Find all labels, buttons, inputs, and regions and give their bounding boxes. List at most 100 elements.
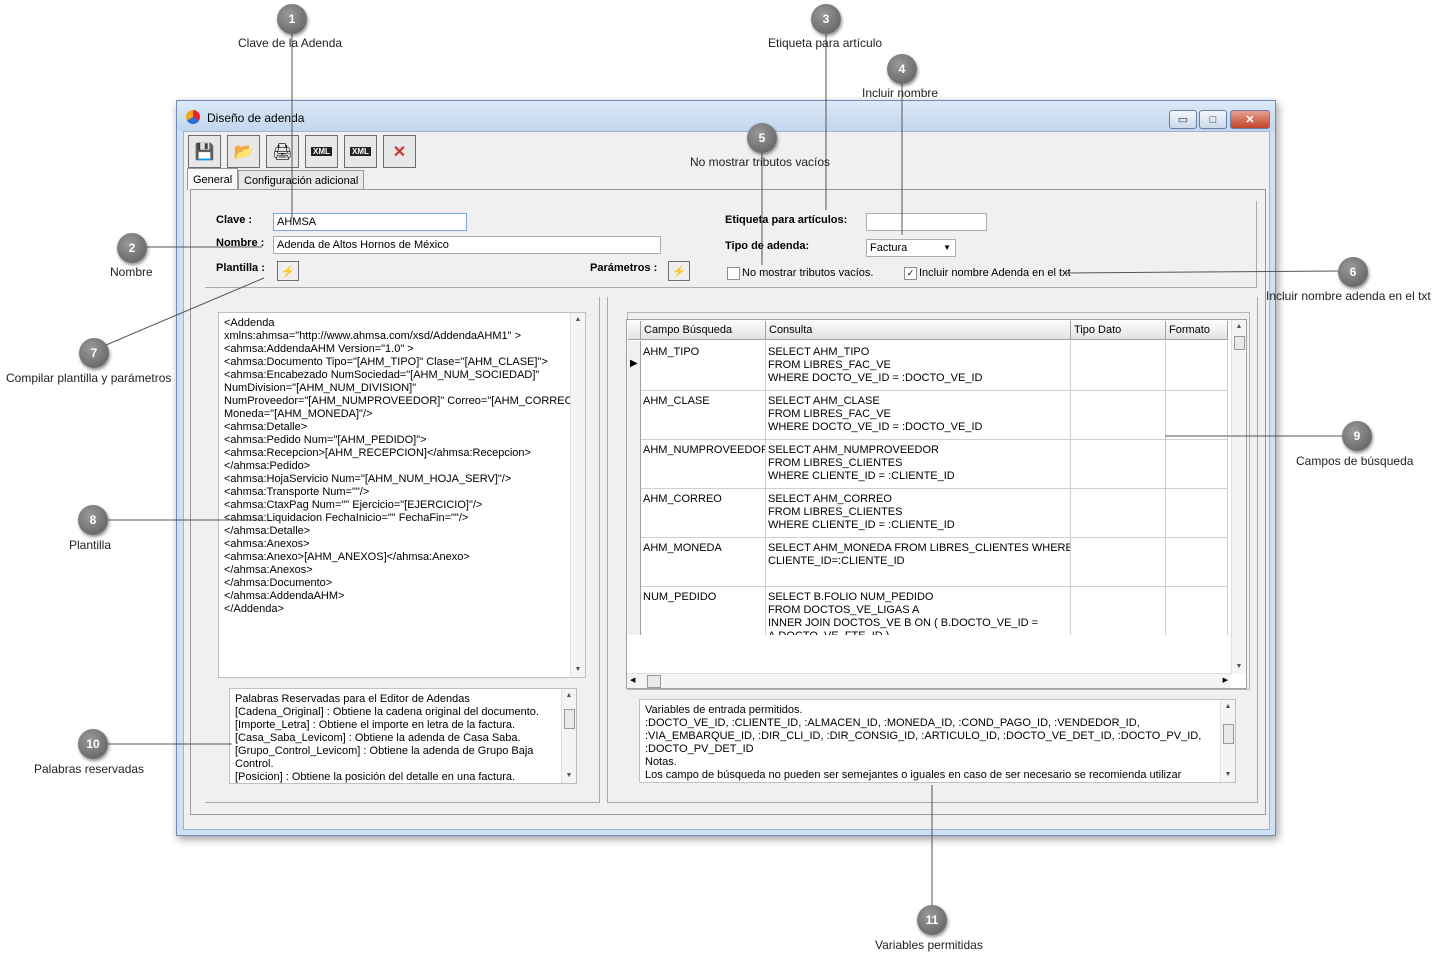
cell-consulta[interactable]: SELECT AHM_CLASE FROM LIBRES_FAC_VE WHER… [766,390,1071,439]
scroll-thumb[interactable] [647,675,661,688]
callout-label-4: Incluir nombre [862,86,939,100]
text-line: <ahmsa:Detalle> [224,421,308,433]
reserved-words-box[interactable]: Palabras Reservadas para el Editor de Ad… [229,688,577,784]
cell-formato[interactable] [1166,586,1228,635]
scroll-down-icon[interactable]: ▼ [1232,660,1246,674]
text-line: :DOCTO_PV_DET_ID [645,743,754,755]
reserved-scrollbar[interactable]: ▲ ▼ [561,689,576,783]
scroll-down-icon[interactable]: ▼ [571,663,585,677]
cell-formato[interactable] [1166,341,1228,390]
cell-consulta[interactable]: SELECT AHM_CORREO FROM LIBRES_CLIENTES W… [766,488,1071,537]
export-xml-button[interactable]: XML [344,135,377,168]
table-row[interactable]: AHM_MONEDA SELECT AHM_MONEDA FROM LIBRES_… [628,537,1228,587]
exit-button[interactable]: ✕ [383,135,416,168]
text-line: </ahmsa:AddendaAHM> [224,590,345,602]
text-line: <ahmsa:Transporte Num=""/> [224,486,370,498]
row-indicator[interactable] [628,439,641,488]
cell-tipo-dato[interactable] [1071,341,1166,390]
table-row[interactable]: ▶ AHM_TIPO SELECT AHM_TIPO FROM LIBRES_FAC… [628,341,1228,391]
incluir-nombre-checkbox[interactable]: ✓ [904,267,917,280]
print-button[interactable]: 🖨 [266,135,299,168]
cell-consulta[interactable]: SELECT AHM_MONEDA FROM LIBRES_CLIENTES W… [766,537,1071,586]
parametros-label: Parámetros : [590,262,658,274]
grid-header-tipo-dato[interactable]: Tipo Dato [1071,321,1166,340]
row-indicator[interactable] [628,390,641,439]
cell-tipo-dato[interactable] [1071,488,1166,537]
cell-formato[interactable] [1166,537,1228,586]
scroll-up-icon[interactable]: ▲ [1221,700,1235,714]
cell-tipo-dato[interactable] [1071,537,1166,586]
row-indicator[interactable] [628,488,641,537]
scroll-right-icon[interactable]: ▶ [1223,676,1228,684]
compile-parameters-button[interactable]: ⚡ [668,261,690,281]
lightning-icon: ⚡ [281,265,295,278]
search-fields-grid[interactable]: Campo Búsqueda Consulta Tipo Dato Format… [626,319,1247,689]
scroll-left-icon[interactable]: ◀ [630,676,635,684]
etiqueta-input[interactable] [866,213,987,231]
variables-lines: Variables de entrada permitidos.:DOCTO_V… [645,704,1230,782]
variables-box[interactable]: Variables de entrada permitidos.:DOCTO_V… [639,699,1236,783]
scroll-thumb[interactable] [1223,724,1234,744]
save-button[interactable]: 💾 [188,135,221,168]
table-row[interactable]: AHM_CORREO SELECT AHM_CORREO FROM LIBRES_… [628,488,1228,538]
variables-scrollbar[interactable]: ▲ ▼ [1220,700,1235,782]
scroll-thumb[interactable] [1234,336,1245,350]
scroll-up-icon[interactable]: ▲ [562,689,576,703]
cell-campo[interactable]: AHM_NUMPROVEEDOR [641,439,766,488]
grid-header-formato[interactable]: Formato [1166,321,1228,340]
cell-formato[interactable] [1166,439,1228,488]
cell-formato[interactable] [1166,488,1228,537]
window-titlebar[interactable]: Diseño de adenda ▭ □ ✕ [177,101,1275,131]
tab-general[interactable]: General [187,168,239,190]
save-as-button[interactable]: 📂 [227,135,260,168]
text-line: <ahmsa:Documento Tipo="[AHM_TIPO]" Clase… [224,356,548,368]
cell-formato[interactable] [1166,390,1228,439]
app-logo-icon [186,110,200,124]
table-row[interactable]: NUM_PEDIDO SELECT B.FOLIO NUM_PEDIDO FROM… [628,586,1228,635]
cell-tipo-dato[interactable] [1071,586,1166,635]
grid-header-campo[interactable]: Campo Búsqueda [641,321,766,340]
grid-horizontal-scrollbar[interactable]: ◀ ▶ [627,673,1231,688]
nombre-input[interactable]: Adenda de Altos Hornos de México [273,236,661,254]
scroll-up-icon[interactable]: ▲ [571,313,585,327]
cell-campo[interactable]: AHM_TIPO [641,341,766,390]
cell-campo[interactable]: NUM_PEDIDO [641,586,766,635]
row-indicator[interactable]: ▶ [628,341,641,390]
template-scrollbar[interactable]: ▲ ▼ [570,313,585,677]
cell-consulta[interactable]: SELECT AHM_NUMPROVEEDOR FROM LIBRES_CLIE… [766,439,1071,488]
row-indicator[interactable] [628,537,641,586]
grid-header-consulta[interactable]: Consulta [766,321,1071,340]
text-line: [Importe_Letra] : Obtiene el importe en … [235,719,516,731]
import-xml-button[interactable]: XML [305,135,338,168]
scroll-up-icon[interactable]: ▲ [1232,320,1246,334]
cell-campo[interactable]: AHM_CLASE [641,390,766,439]
clave-input[interactable]: AHMSA [273,213,467,231]
compile-template-button[interactable]: ⚡ [277,261,299,281]
scroll-down-icon[interactable]: ▼ [562,769,576,783]
printer-icon: 🖨 [272,143,293,161]
cell-tipo-dato[interactable] [1071,390,1166,439]
cell-campo[interactable]: AHM_MONEDA [641,537,766,586]
window-client-area: 💾 📂 🖨 XML XML ✕ General Configuración ad… [183,131,1270,830]
scroll-thumb[interactable] [564,709,575,729]
close-button[interactable]: ✕ [1230,110,1270,129]
tab-configuracion-adicional[interactable]: Configuración adicional [238,170,365,190]
table-row[interactable]: AHM_NUMPROVEEDOR SELECT AHM_NUMPROVEEDOR … [628,439,1228,489]
row-indicator[interactable] [628,586,641,635]
callout-label-10: Palabras reservadas [34,762,145,776]
grid-vertical-scrollbar[interactable]: ▲ ▼ [1231,320,1246,674]
template-editor[interactable]: <Addenda xmlns:ahmsa="http://www.ahmsa.co… [218,312,586,678]
text-line: Notas. [645,756,677,768]
text-line: Control. [235,758,274,770]
cell-campo[interactable]: AHM_CORREO [641,488,766,537]
minimize-button[interactable]: ▭ [1169,110,1197,129]
scroll-down-icon[interactable]: ▼ [1221,768,1235,782]
text-line: <ahmsa:AddendaAHM Version="1.0" > [224,343,414,355]
cell-consulta[interactable]: SELECT B.FOLIO NUM_PEDIDO FROM DOCTOS_VE… [766,586,1071,635]
cell-consulta[interactable]: SELECT AHM_TIPO FROM LIBRES_FAC_VE WHERE… [766,341,1071,390]
no-mostrar-tributos-checkbox[interactable] [727,267,740,280]
table-row[interactable]: AHM_CLASE SELECT AHM_CLASE FROM LIBRES_FA… [628,390,1228,440]
tipo-adenda-select[interactable]: Factura ▼ [866,239,956,257]
maximize-button[interactable]: □ [1199,110,1227,129]
cell-tipo-dato[interactable] [1071,439,1166,488]
